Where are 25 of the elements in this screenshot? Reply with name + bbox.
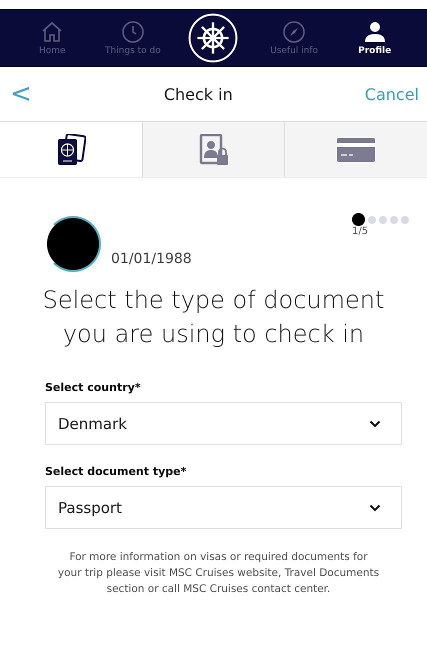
nav-tab[interactable]: Profile xyxy=(338,9,411,67)
info-note: For more information on visas or required documents for your trip please visit MSC Cruises website, Travel Documents section or call MSC Cruises contact center. xyxy=(56,550,380,597)
nav-tab[interactable]: Things to do xyxy=(96,9,169,67)
ship-wheel-icon xyxy=(187,12,240,64)
id-photo-lock-icon xyxy=(198,134,228,166)
step-counter: 1/5 xyxy=(352,226,368,237)
passport-icon xyxy=(56,134,86,166)
chevron-down-icon xyxy=(369,420,381,428)
home-icon xyxy=(40,20,64,44)
person-icon xyxy=(362,20,387,44)
cancel-button[interactable]: Cancel xyxy=(364,84,419,104)
field-label: Select country* xyxy=(45,381,142,394)
credit-card-icon xyxy=(336,136,376,164)
heading: Select the type of document you are using to check in xyxy=(42,285,386,350)
nav-tab[interactable]: Useful info xyxy=(258,9,330,67)
clock-icon xyxy=(120,20,145,44)
back-button[interactable]: < xyxy=(10,79,32,109)
page-title: Check in xyxy=(164,84,233,104)
field-label: Select document type* xyxy=(45,465,188,478)
dropdown-field[interactable]: Denmark xyxy=(45,402,402,445)
chevron-down-icon xyxy=(369,504,381,512)
nav-tab[interactable]: Home xyxy=(16,9,88,67)
dropdown-field[interactable]: Passport xyxy=(45,486,402,529)
compass-icon xyxy=(282,20,306,44)
birth-date: 01/01/1988 xyxy=(111,251,193,267)
